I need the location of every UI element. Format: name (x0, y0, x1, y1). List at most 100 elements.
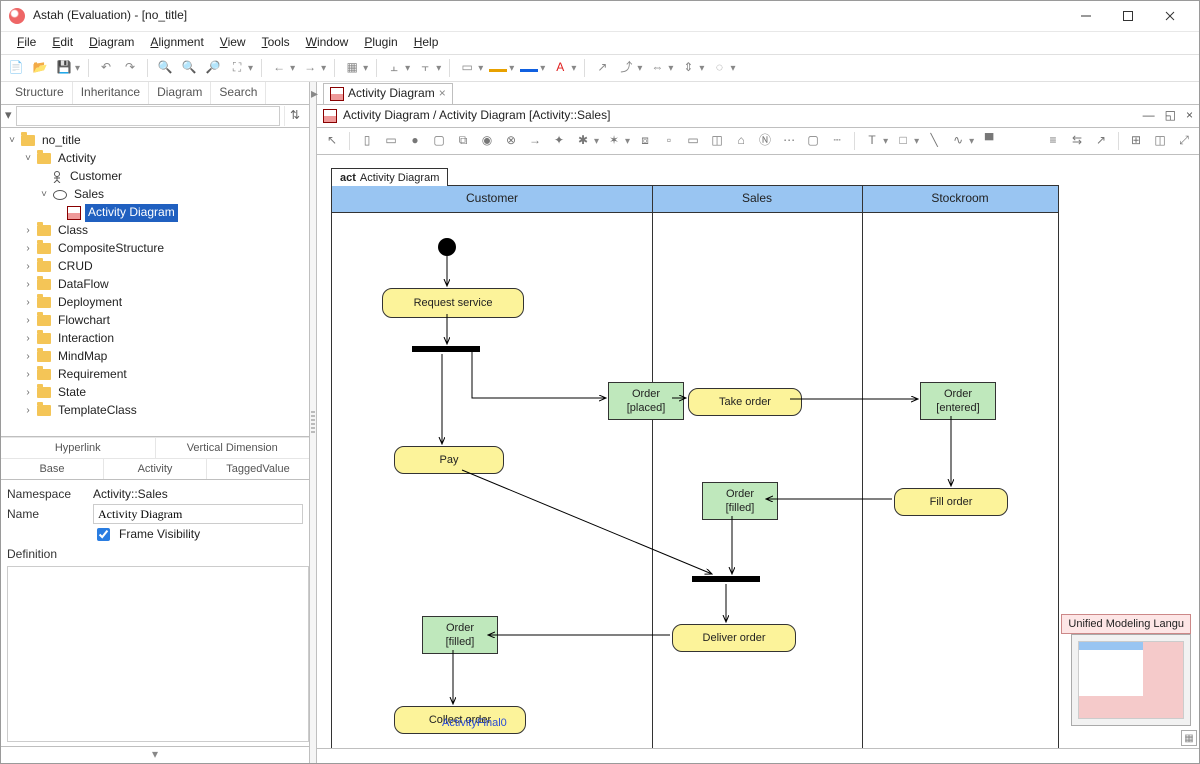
tree-activity-diagram[interactable]: Activity Diagram (85, 204, 178, 222)
sync-icon[interactable]: ⇅ (284, 106, 305, 126)
align-left-icon[interactable]: ⫠ (385, 59, 403, 77)
diagram-canvas[interactable]: actActivity Diagram Customer Sales Stock… (317, 155, 1199, 748)
call-behavior-icon[interactable]: ⧉ (454, 132, 472, 150)
overview-map[interactable] (1071, 634, 1191, 726)
merge-icon[interactable]: ✱ (574, 132, 592, 150)
object-order-placed[interactable]: Order[placed] (608, 382, 684, 420)
distribute-h-icon[interactable]: ⇔ (648, 59, 666, 77)
activity-final-icon[interactable]: ⊗ (502, 132, 520, 150)
tab-handle-icon[interactable]: ▸ (311, 84, 318, 102)
object-order-filled-1[interactable]: Order[filled] (702, 482, 778, 520)
menu-file[interactable]: File (11, 33, 42, 53)
anchor-icon[interactable]: ┄ (828, 132, 846, 150)
menu-edit[interactable]: Edit (46, 33, 79, 53)
proptab-hyperlink[interactable]: Hyperlink (1, 437, 156, 458)
dependency-icon[interactable]: ⋯ (780, 132, 798, 150)
lane-sales[interactable]: Sales (652, 186, 862, 213)
text-icon[interactable]: T (863, 132, 881, 150)
tree-requirement[interactable]: Requirement (55, 366, 130, 384)
tree-dataflow[interactable]: DataFlow (55, 276, 112, 294)
tree-sales[interactable]: Sales (71, 186, 107, 204)
menu-diagram[interactable]: Diagram (83, 33, 140, 53)
overview-toggle-icon[interactable]: ▦ (1181, 730, 1197, 746)
menu-help[interactable]: Help (408, 33, 445, 53)
frame-visibility-checkbox[interactable] (97, 528, 110, 541)
menu-alignment[interactable]: Alignment (144, 33, 209, 53)
minimize-button[interactable] (1065, 2, 1107, 30)
filter-input[interactable] (16, 106, 280, 126)
maximize-button[interactable] (1107, 2, 1149, 30)
save-icon[interactable]: 💾 (55, 59, 73, 77)
tree-template[interactable]: TemplateClass (55, 402, 140, 420)
zoom-out-icon[interactable]: 🔎 (204, 59, 222, 77)
text-color-icon[interactable]: A (551, 59, 569, 77)
close-button[interactable] (1149, 2, 1191, 30)
menu-plugin[interactable]: Plugin (358, 33, 403, 53)
proptab-activity[interactable]: Activity (104, 458, 207, 479)
line-icon[interactable]: ╲ (925, 132, 943, 150)
note-icon[interactable]: ▢ (804, 132, 822, 150)
tree-crud[interactable]: CRUD (55, 258, 96, 276)
collapse-handle[interactable]: ▾ (1, 746, 309, 763)
activity-deliver-order[interactable]: Deliver order (672, 624, 796, 652)
partition-h-icon[interactable]: ▭ (382, 132, 400, 150)
layer-icon[interactable]: ▭ (458, 59, 476, 77)
project-tree[interactable]: ˅no_title ˅Activity Customer ˅Sales Acti… (1, 128, 309, 437)
lane-stockroom[interactable]: Stockroom (862, 186, 1058, 213)
fit-page-icon[interactable]: ⤢ (1175, 132, 1193, 150)
tree-composite[interactable]: CompositeStructure (55, 240, 167, 258)
zoom-in-icon[interactable]: 🔍 (180, 59, 198, 77)
tree-class[interactable]: Class (55, 222, 91, 240)
vertical-splitter[interactable] (310, 82, 317, 763)
definition-textarea[interactable] (7, 566, 309, 742)
editor-minimize-icon[interactable]: — (1143, 108, 1155, 124)
select-tool-icon[interactable]: ↖ (323, 132, 341, 150)
stereotype-icon[interactable]: ◌ (710, 59, 728, 77)
connector-icon[interactable]: Ⓝ (756, 132, 774, 150)
rect-icon[interactable]: □ (894, 132, 912, 150)
flow-final-icon[interactable]: ◉ (478, 132, 496, 150)
proptab-tagged[interactable]: TaggedValue (207, 458, 309, 479)
tree-flowchart[interactable]: Flowchart (55, 312, 113, 330)
name-input[interactable] (93, 504, 303, 524)
menu-window[interactable]: Window (300, 33, 355, 53)
partition-v-icon[interactable]: ▯ (358, 132, 376, 150)
editor-restore-icon[interactable]: ◱ (1165, 108, 1176, 124)
new-icon[interactable]: 📄 (7, 59, 25, 77)
open-icon[interactable]: 📂 (31, 59, 49, 77)
signal-send-icon[interactable]: ◫ (708, 132, 726, 150)
action-icon[interactable]: ▢ (430, 132, 448, 150)
join-bar[interactable] (692, 576, 760, 582)
fit-icon[interactable]: ◫ (1151, 132, 1169, 150)
autosize-icon[interactable]: ↗ (1092, 132, 1110, 150)
pin-icon[interactable]: ▫ (660, 132, 678, 150)
tab-search[interactable]: Search (211, 82, 266, 104)
fork-icon[interactable]: ✶ (605, 132, 623, 150)
menu-view[interactable]: View (214, 33, 252, 53)
signal-recv-icon[interactable]: ⌂ (732, 132, 750, 150)
initial-node-icon[interactable]: ● (406, 132, 424, 150)
redo-icon[interactable]: ↷ (121, 59, 139, 77)
freehand-icon[interactable]: ∿ (949, 132, 967, 150)
grid-icon[interactable]: ▦ (343, 59, 361, 77)
proptab-vertical[interactable]: Vertical Dimension (156, 437, 310, 458)
activity-take-order[interactable]: Take order (688, 388, 802, 416)
tree-activity[interactable]: Activity (55, 150, 99, 168)
editor-close-icon[interactable]: × (1186, 108, 1193, 124)
undo-icon[interactable]: ↶ (97, 59, 115, 77)
editor-tab[interactable]: Activity Diagram × (323, 83, 453, 104)
tree-customer[interactable]: Customer (67, 168, 125, 186)
nav-fwd-icon[interactable]: → (301, 59, 319, 77)
align-top-icon[interactable]: ⫟ (416, 59, 434, 77)
tab-close-icon[interactable]: × (439, 86, 446, 102)
fork-bar[interactable] (412, 346, 480, 352)
menu-tools[interactable]: Tools (256, 33, 296, 53)
zoom-region-icon[interactable]: ⛶ (228, 59, 246, 77)
object-node-icon[interactable]: ▭ (684, 132, 702, 150)
zoom-fit-icon[interactable]: 🔍 (156, 59, 174, 77)
distribute-v-icon[interactable]: ⇕ (679, 59, 697, 77)
line-style-icon[interactable]: ↗ (593, 59, 611, 77)
object-order-entered[interactable]: Order[entered] (920, 382, 996, 420)
fill-color-icon[interactable] (489, 59, 507, 77)
tree-deployment[interactable]: Deployment (55, 294, 125, 312)
